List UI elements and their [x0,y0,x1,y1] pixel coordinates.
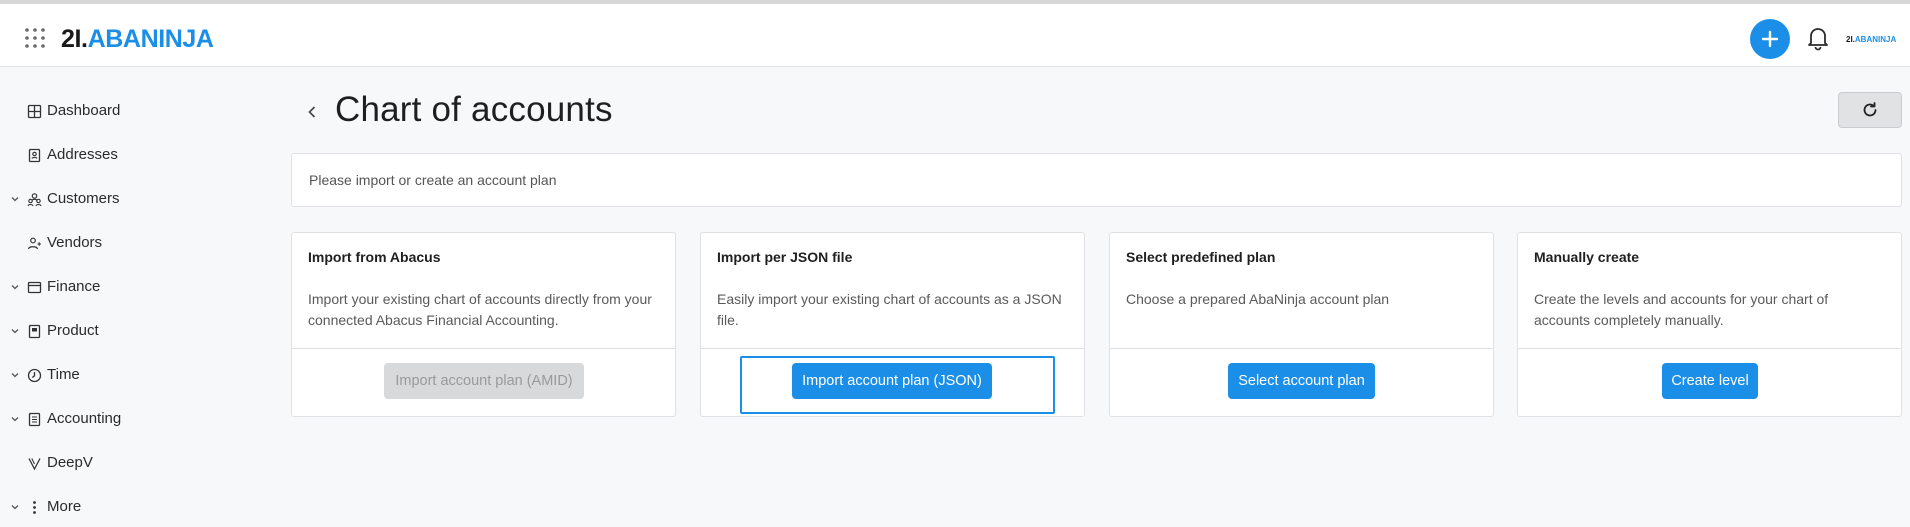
chevron-down-icon [9,193,21,205]
sidebar-item-label: Accounting [47,410,122,427]
add-button[interactable] [1750,19,1790,59]
sidebar-item-product[interactable]: Product [0,318,260,344]
deepv-icon [27,456,42,471]
card-manually-create: Manually create Create the levels and ac… [1517,232,1902,417]
back-chevron-icon[interactable] [302,102,322,122]
import-json-button[interactable]: Import account plan (JSON) [792,363,992,399]
plus-icon [1760,29,1780,49]
apps-grid-icon[interactable] [23,26,47,50]
logo-brand: ABANINJA [87,24,214,53]
chevron-down-icon [9,281,21,293]
logo-prefix: 2I. [61,24,88,53]
chevron-down-icon [9,413,21,425]
address-book-icon [27,148,42,163]
sidebar: Dashboard Addresses Customers Vendors Fi… [0,67,270,527]
sidebar-item-customers[interactable]: Customers [0,186,260,212]
org-logo-brand: ABANINJA [1854,34,1897,44]
chevron-down-icon [9,325,21,337]
sidebar-item-vendors[interactable]: Vendors [0,230,260,256]
card-title: Select predefined plan [1126,249,1276,265]
card-import-abacus: Import from Abacus Import your existing … [291,232,676,417]
card-title: Import from Abacus [308,249,441,265]
card-divider [1518,348,1901,349]
card-title: Manually create [1534,249,1640,265]
sidebar-item-deepv[interactable]: DeepV [0,450,260,476]
select-account-plan-button[interactable]: Select account plan [1228,363,1375,399]
sidebar-item-dashboard[interactable]: Dashboard [0,98,260,124]
sidebar-item-addresses[interactable]: Addresses [0,142,260,168]
card-divider [1110,348,1493,349]
refresh-icon [1861,101,1879,119]
info-notice: Please import or create an account plan [291,153,1902,207]
accounting-icon [27,412,42,427]
card-description: Choose a prepared AbaNinja account plan [1126,291,1390,307]
sidebar-item-more[interactable]: More [0,494,260,520]
sidebar-item-label: Customers [47,190,120,207]
finance-icon [27,280,42,295]
create-level-button[interactable]: Create level [1662,363,1758,399]
chevron-down-icon [9,369,21,381]
card-description: Import your existing chart of accounts d… [308,291,652,328]
clock-icon [27,368,42,383]
card-divider [292,348,675,349]
sidebar-item-label: Product [47,322,99,339]
card-description: Easily import your existing chart of acc… [717,291,1062,328]
sidebar-item-label: Dashboard [47,102,121,119]
sidebar-item-label: More [47,498,82,515]
refresh-button[interactable] [1838,92,1902,128]
organization-logo[interactable]: 2I. ABANINJA [1846,32,1896,46]
sidebar-item-label: Addresses [47,146,118,163]
sidebar-item-accounting[interactable]: Accounting [0,406,260,432]
chevron-down-icon [9,501,21,513]
top-header: 2I. ABANINJA 2I. ABANINJA [0,4,1910,67]
sidebar-item-label: Vendors [47,234,103,251]
card-import-json: Import per JSON file Easily import your … [700,232,1085,417]
card-description: Create the levels and accounts for your … [1534,291,1829,328]
card-divider [701,348,1084,349]
vendors-icon [27,236,42,251]
sidebar-item-label: DeepV [47,454,93,471]
org-logo-prefix: 2I. [1846,34,1855,44]
import-amid-button[interactable]: Import account plan (AMID) [384,363,584,399]
main-content: Chart of accounts Please import or creat… [290,67,1902,527]
card-title: Import per JSON file [717,249,853,265]
more-vertical-icon [27,500,42,515]
product-icon [27,324,42,339]
sidebar-item-finance[interactable]: Finance [0,274,260,300]
app-logo[interactable]: 2I. ABANINJA [61,24,214,54]
page-title: Chart of accounts [335,90,613,129]
dashboard-icon [27,104,42,119]
sidebar-item-time[interactable]: Time [0,362,260,388]
bell-icon[interactable] [1806,25,1830,51]
sidebar-item-label: Finance [47,278,101,295]
customers-icon [27,192,42,207]
sidebar-item-label: Time [47,366,80,383]
card-predefined-plan: Select predefined plan Choose a prepared… [1109,232,1494,417]
